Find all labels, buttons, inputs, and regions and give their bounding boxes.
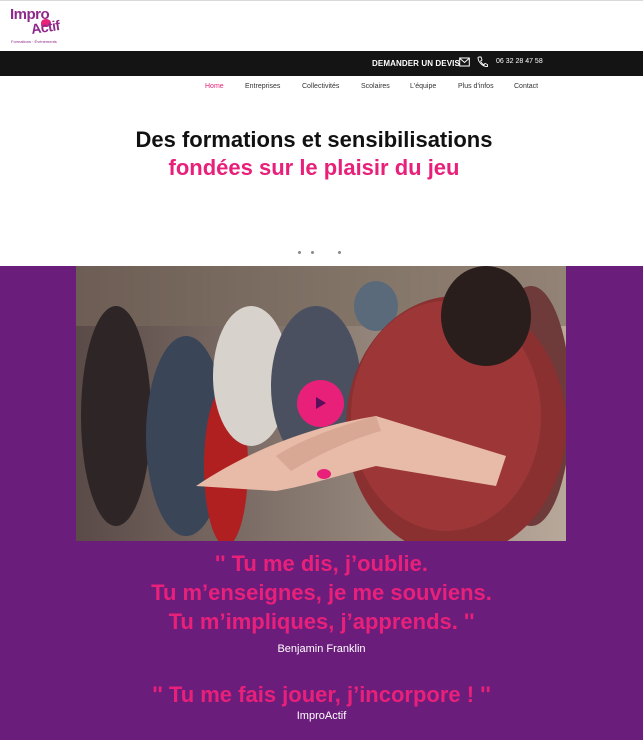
quote-line: Tu m’impliques, j’apprends. '' xyxy=(168,609,475,634)
slider-dot[interactable] xyxy=(311,251,314,254)
slider-dot[interactable] xyxy=(338,251,341,254)
logo[interactable]: Impro Actif Formations · Événements xyxy=(9,6,71,46)
phone-number[interactable]: 06 32 28 47 58 xyxy=(496,58,543,65)
play-icon xyxy=(316,397,326,409)
slider-dot[interactable] xyxy=(298,251,301,254)
nav-item-home[interactable]: Home xyxy=(205,83,224,90)
phone-icon[interactable] xyxy=(477,56,488,68)
quote-author: ImproActif xyxy=(296,710,347,722)
quote-line: '' Tu me dis, j’oublie. xyxy=(215,551,428,576)
mail-icon[interactable] xyxy=(459,57,470,67)
nav-item-entreprises[interactable]: Entreprises xyxy=(245,83,280,90)
nav-item-contact[interactable]: Contact xyxy=(514,83,538,90)
play-button[interactable] xyxy=(297,380,344,427)
request-quote-link[interactable]: DEMANDER UN DEVIS xyxy=(372,59,460,68)
quote-line: '' Tu me fais jouer, j’incorpore ! '' xyxy=(152,682,491,707)
nav-item-equipe[interactable]: L'équipe xyxy=(410,83,436,90)
hero-title-line2: fondées sur le plaisir du jeu xyxy=(168,155,460,180)
nav-item-scolaires[interactable]: Scolaires xyxy=(361,83,390,90)
quote-author: Benjamin Franklin xyxy=(277,643,366,655)
logo-word-actif: Actif xyxy=(30,17,61,37)
nav-item-collectivites[interactable]: Collectivités xyxy=(302,83,339,90)
top-border xyxy=(0,0,643,1)
top-bar: DEMANDER UN DEVIS 06 32 28 47 58 xyxy=(0,51,643,76)
main-nav: Home Entreprises Collectivités Scolaires… xyxy=(0,83,643,95)
hero-title-line1: Des formations et sensibilisations xyxy=(135,127,493,152)
quote-line: Tu m’enseignes, je me souviens. xyxy=(151,580,492,605)
slider-dots xyxy=(0,251,643,255)
nav-item-plus-dinfos[interactable]: Plus d'infos xyxy=(458,83,494,90)
logo-tagline: Formations · Événements xyxy=(11,39,57,44)
